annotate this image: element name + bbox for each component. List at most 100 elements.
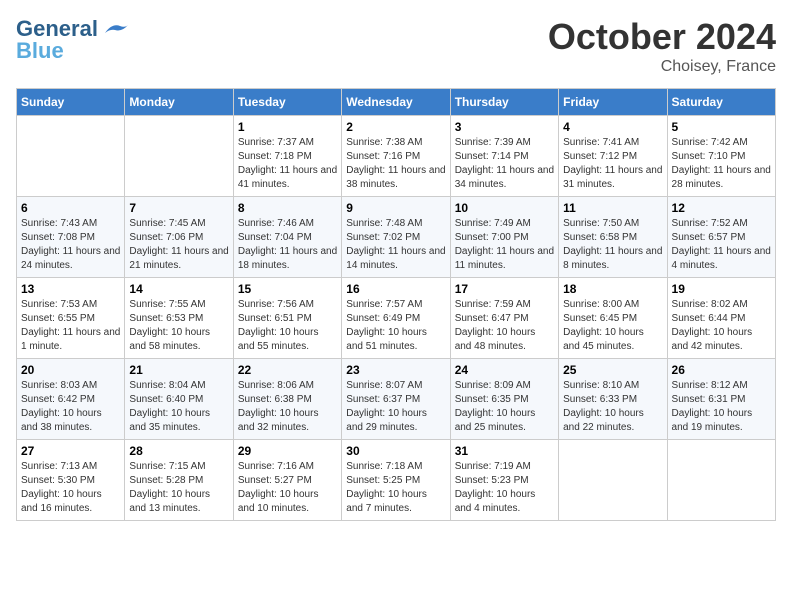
day-info: Sunrise: 7:13 AMSunset: 5:30 PMDaylight:… (21, 460, 120, 516)
day-number: 17 (455, 282, 554, 296)
weekday-header-thursday: Thursday (450, 89, 558, 116)
day-info: Sunrise: 7:16 AMSunset: 5:27 PMDaylight:… (238, 460, 337, 516)
day-info: Sunrise: 8:00 AMSunset: 6:45 PMDaylight:… (563, 298, 662, 354)
calendar-day-15: 15Sunrise: 7:56 AMSunset: 6:51 PMDayligh… (233, 278, 341, 359)
calendar-day-30: 30 Sunrise: 7:18 AMSunset: 5:25 PMDayligh… (342, 440, 450, 521)
day-info: Sunrise: 7:46 AMSunset: 7:04 PMDaylight:… (238, 217, 337, 273)
calendar-day-14: 14 Sunrise: 7:55 AMSunset: 6:53 PMDayligh… (125, 278, 233, 359)
day-info: Sunrise: 8:03 AMSunset: 6:42 PMDaylight:… (21, 379, 120, 435)
calendar-table: SundayMondayTuesdayWednesdayThursdayFrid… (16, 88, 776, 521)
day-number: 3 (455, 120, 554, 134)
calendar-day-19: 19 Sunrise: 8:02 AMSunset: 6:44 PMDayligh… (667, 278, 775, 359)
calendar-day-16: 16 Sunrise: 7:57 AMSunset: 6:49 PMDayligh… (342, 278, 450, 359)
weekday-header-monday: Monday (125, 89, 233, 116)
calendar-day-8: 8Sunrise: 7:46 AMSunset: 7:04 PMDaylight… (233, 197, 341, 278)
calendar-day-29: 29 Sunrise: 7:16 AMSunset: 5:27 PMDayligh… (233, 440, 341, 521)
title-block: October 2024 Choisey, France (548, 16, 776, 76)
calendar-day-1: 1Sunrise: 7:37 AMSunset: 7:18 PMDaylight… (233, 116, 341, 197)
day-number: 1 (238, 120, 337, 134)
calendar-day-24: 24Sunrise: 8:09 AMSunset: 6:35 PMDayligh… (450, 359, 558, 440)
calendar-day-11: 11 Sunrise: 7:50 AMSunset: 6:58 PMDayligh… (559, 197, 667, 278)
day-number: 28 (129, 444, 228, 458)
calendar-week-row: 6 Sunrise: 7:43 AMSunset: 7:08 PMDaylight… (17, 197, 776, 278)
day-info: Sunrise: 8:02 AMSunset: 6:44 PMDaylight:… (672, 298, 771, 354)
weekday-header-saturday: Saturday (667, 89, 775, 116)
calendar-day-7: 7 Sunrise: 7:45 AMSunset: 7:06 PMDaylight… (125, 197, 233, 278)
calendar-day-25: 25Sunrise: 8:10 AMSunset: 6:33 PMDayligh… (559, 359, 667, 440)
logo: General Blue (16, 16, 130, 64)
day-number: 11 (563, 201, 662, 215)
day-info: Sunrise: 7:45 AMSunset: 7:06 PMDaylight:… (129, 217, 228, 273)
day-number: 19 (672, 282, 771, 296)
calendar-day-31: 31 Sunrise: 7:19 AMSunset: 5:23 PMDayligh… (450, 440, 558, 521)
day-info: Sunrise: 7:42 AMSunset: 7:10 PMDaylight:… (672, 136, 771, 192)
calendar-day-5: 5Sunrise: 7:42 AMSunset: 7:10 PMDaylight… (667, 116, 775, 197)
day-info: Sunrise: 7:57 AMSunset: 6:49 PMDaylight:… (346, 298, 445, 354)
day-number: 4 (563, 120, 662, 134)
calendar-day-6: 6 Sunrise: 7:43 AMSunset: 7:08 PMDaylight… (17, 197, 125, 278)
day-number: 23 (346, 363, 445, 377)
calendar-week-row: 1Sunrise: 7:37 AMSunset: 7:18 PMDaylight… (17, 116, 776, 197)
calendar-day-3: 3 Sunrise: 7:39 AMSunset: 7:14 PMDaylight… (450, 116, 558, 197)
day-number: 14 (129, 282, 228, 296)
calendar-week-row: 13Sunrise: 7:53 AMSunset: 6:55 PMDayligh… (17, 278, 776, 359)
day-info: Sunrise: 7:55 AMSunset: 6:53 PMDaylight:… (129, 298, 228, 354)
page-header: General Blue October 2024 Choisey, Franc… (16, 16, 776, 76)
weekday-header-sunday: Sunday (17, 89, 125, 116)
day-info: Sunrise: 7:48 AMSunset: 7:02 PMDaylight:… (346, 217, 445, 273)
calendar-day-20: 20 Sunrise: 8:03 AMSunset: 6:42 PMDayligh… (17, 359, 125, 440)
day-info: Sunrise: 7:52 AMSunset: 6:57 PMDaylight:… (672, 217, 771, 273)
calendar-day-22: 22 Sunrise: 8:06 AMSunset: 6:38 PMDayligh… (233, 359, 341, 440)
day-info: Sunrise: 7:39 AMSunset: 7:14 PMDaylight:… (455, 136, 554, 192)
day-number: 22 (238, 363, 337, 377)
day-info: Sunrise: 7:19 AMSunset: 5:23 PMDaylight:… (455, 460, 554, 516)
day-info: Sunrise: 7:56 AMSunset: 6:51 PMDaylight:… (238, 298, 337, 354)
day-number: 2 (346, 120, 445, 134)
day-number: 20 (21, 363, 120, 377)
day-number: 30 (346, 444, 445, 458)
day-info: Sunrise: 8:06 AMSunset: 6:38 PMDaylight:… (238, 379, 337, 435)
weekday-header-wednesday: Wednesday (342, 89, 450, 116)
day-info: Sunrise: 7:53 AMSunset: 6:55 PMDaylight:… (21, 298, 120, 354)
logo-blue: Blue (16, 38, 64, 64)
day-number: 16 (346, 282, 445, 296)
calendar-day-2: 2 Sunrise: 7:38 AMSunset: 7:16 PMDaylight… (342, 116, 450, 197)
day-info: Sunrise: 7:49 AMSunset: 7:00 PMDaylight:… (455, 217, 554, 273)
weekday-header-friday: Friday (559, 89, 667, 116)
weekday-header-tuesday: Tuesday (233, 89, 341, 116)
day-number: 24 (455, 363, 554, 377)
day-info: Sunrise: 8:12 AMSunset: 6:31 PMDaylight:… (672, 379, 771, 435)
day-number: 26 (672, 363, 771, 377)
calendar-day-21: 21Sunrise: 8:04 AMSunset: 6:40 PMDayligh… (125, 359, 233, 440)
day-info: Sunrise: 8:04 AMSunset: 6:40 PMDaylight:… (129, 379, 228, 435)
day-info: Sunrise: 7:50 AMSunset: 6:58 PMDaylight:… (563, 217, 662, 273)
calendar-day-23: 23 Sunrise: 8:07 AMSunset: 6:37 PMDayligh… (342, 359, 450, 440)
day-number: 18 (563, 282, 662, 296)
day-number: 10 (455, 201, 554, 215)
calendar-day-9: 9 Sunrise: 7:48 AMSunset: 7:02 PMDaylight… (342, 197, 450, 278)
calendar-day-27: 27Sunrise: 7:13 AMSunset: 5:30 PMDayligh… (17, 440, 125, 521)
calendar-empty-cell (17, 116, 125, 197)
day-number: 12 (672, 201, 771, 215)
calendar-day-28: 28 Sunrise: 7:15 AMSunset: 5:28 PMDayligh… (125, 440, 233, 521)
calendar-header-row: SundayMondayTuesdayWednesdayThursdayFrid… (17, 89, 776, 116)
day-number: 31 (455, 444, 554, 458)
day-number: 7 (129, 201, 228, 215)
day-number: 29 (238, 444, 337, 458)
day-info: Sunrise: 7:41 AMSunset: 7:12 PMDaylight:… (563, 136, 662, 192)
day-info: Sunrise: 7:38 AMSunset: 7:16 PMDaylight:… (346, 136, 445, 192)
calendar-day-13: 13Sunrise: 7:53 AMSunset: 6:55 PMDayligh… (17, 278, 125, 359)
day-number: 6 (21, 201, 120, 215)
logo-bird-icon (100, 18, 130, 40)
calendar-day-26: 26 Sunrise: 8:12 AMSunset: 6:31 PMDayligh… (667, 359, 775, 440)
calendar-empty-cell (125, 116, 233, 197)
calendar-day-17: 17Sunrise: 7:59 AMSunset: 6:47 PMDayligh… (450, 278, 558, 359)
day-number: 9 (346, 201, 445, 215)
day-info: Sunrise: 8:07 AMSunset: 6:37 PMDaylight:… (346, 379, 445, 435)
day-number: 25 (563, 363, 662, 377)
calendar-day-12: 12 Sunrise: 7:52 AMSunset: 6:57 PMDayligh… (667, 197, 775, 278)
day-info: Sunrise: 7:15 AMSunset: 5:28 PMDaylight:… (129, 460, 228, 516)
day-info: Sunrise: 7:43 AMSunset: 7:08 PMDaylight:… (21, 217, 120, 273)
calendar-empty-cell (559, 440, 667, 521)
day-info: Sunrise: 7:18 AMSunset: 5:25 PMDaylight:… (346, 460, 445, 516)
